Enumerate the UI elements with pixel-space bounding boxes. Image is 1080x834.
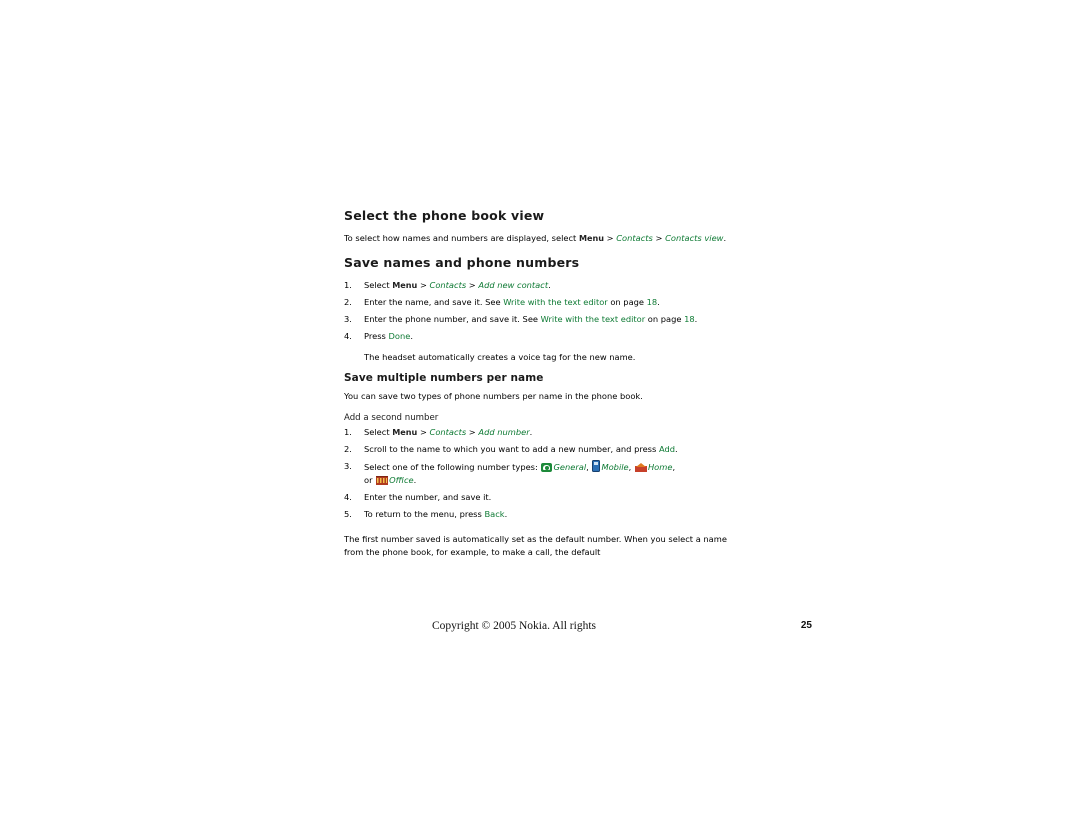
s3-step1-sep2: > bbox=[466, 426, 479, 437]
copyright-text: Copyright © 2005 Nokia. All rights bbox=[432, 620, 596, 632]
s3-step5-tail: . bbox=[504, 509, 508, 520]
s3-step3-lead: Select one of the following number types… bbox=[364, 462, 541, 473]
list-item: Press Done. bbox=[344, 330, 744, 343]
page-number: 25 bbox=[800, 620, 812, 631]
label-menu: Menu bbox=[578, 233, 605, 243]
list-item: To return to the menu, press Back. bbox=[344, 508, 744, 521]
step1-tail: . bbox=[548, 279, 551, 290]
heading-select-phone-book-view: Select the phone book view bbox=[344, 208, 545, 223]
text-select-view-lead: To select how names and numbers are disp… bbox=[344, 233, 579, 243]
sep-2: > bbox=[652, 233, 666, 243]
list-item: Select one of the following number types… bbox=[344, 460, 744, 486]
s3-step1-sep1: > bbox=[417, 426, 430, 437]
paragraph-two-types: You can save two types of phone numbers … bbox=[344, 391, 643, 402]
link-write-with-text-editor[interactable]: Write with the text editor bbox=[503, 297, 607, 307]
s3-step3-comma1: , bbox=[586, 462, 592, 473]
phone-office-icon bbox=[376, 475, 389, 485]
paragraph-default-number: The first number saved is automatically … bbox=[344, 534, 727, 558]
s3-step1-lead: Select bbox=[364, 426, 393, 437]
note-voice-tag: The headset automatically creates a voic… bbox=[364, 351, 636, 362]
list-item: Scroll to the name to which you want to … bbox=[344, 443, 744, 456]
label-home: Home bbox=[647, 462, 673, 473]
list-item: Select Menu > Contacts > Add number. bbox=[344, 426, 744, 439]
phone-home-icon bbox=[634, 463, 647, 473]
heading-save-multiple-numbers: Save multiple numbers per name bbox=[344, 372, 544, 385]
step2-lead: Enter the name, and save it. See bbox=[364, 296, 504, 307]
label-back: Back bbox=[484, 509, 505, 520]
link-write-with-text-editor[interactable]: Write with the text editor bbox=[541, 314, 645, 324]
link-contacts[interactable]: Contacts bbox=[616, 233, 653, 243]
s3-step3-or: or bbox=[364, 474, 376, 485]
step3-lead: Enter the phone number, and save it. See bbox=[364, 314, 541, 325]
link-add-number[interactable]: Add number bbox=[478, 427, 529, 437]
step1-sep1: > bbox=[417, 279, 430, 290]
step3-tail: . bbox=[694, 314, 698, 325]
link-page-18[interactable]: 18 bbox=[684, 314, 695, 324]
link-page-18[interactable]: 18 bbox=[647, 297, 658, 307]
list-add-second-number-steps: Select Menu > Contacts > Add number. Scr… bbox=[344, 426, 744, 521]
label-done: Done bbox=[388, 331, 411, 342]
label-menu: Menu bbox=[392, 279, 418, 290]
s3-step2-tail: . bbox=[675, 443, 678, 454]
step1-lead: Select bbox=[364, 279, 393, 290]
link-contacts[interactable]: Contacts bbox=[430, 280, 467, 290]
list-item: Enter the name, and save it. See Write w… bbox=[344, 296, 744, 309]
label-office: Office bbox=[389, 474, 414, 485]
list-item: Enter the phone number, and save it. See… bbox=[344, 313, 744, 326]
link-contacts-view[interactable]: Contacts view bbox=[665, 233, 723, 243]
label-general: General bbox=[553, 462, 587, 473]
step2-mid: on page bbox=[607, 296, 647, 307]
list-item: Select Menu > Contacts > Add new contact… bbox=[344, 279, 744, 292]
s3-step1-tail: . bbox=[529, 426, 533, 437]
sep-1: > bbox=[604, 233, 617, 243]
step3-mid: on page bbox=[645, 314, 685, 325]
heading-add-second-number: Add a second number bbox=[344, 412, 439, 423]
step2-tail: . bbox=[657, 296, 660, 307]
page-content: Select the phone book view To select how… bbox=[344, 208, 744, 569]
step1-sep2: > bbox=[466, 279, 479, 290]
s3-step3-comma2: , bbox=[628, 462, 634, 473]
label-add: Add bbox=[658, 443, 676, 454]
period-1: . bbox=[723, 233, 727, 243]
paragraph-select-view: To select how names and numbers are disp… bbox=[344, 232, 744, 245]
link-contacts[interactable]: Contacts bbox=[430, 427, 467, 437]
s3-step3-comma3: , bbox=[672, 462, 676, 473]
heading-save-names-and-phone-numbers: Save names and phone numbers bbox=[344, 254, 580, 270]
label-mobile: Mobile bbox=[601, 462, 629, 473]
document-page: Select the phone book view To select how… bbox=[0, 0, 1080, 834]
step4-tail: . bbox=[410, 331, 413, 342]
s3-step4-lead: Enter the number, and save it. bbox=[364, 491, 492, 502]
phone-mobile-icon bbox=[592, 460, 601, 473]
list-item: Enter the number, and save it. bbox=[344, 491, 744, 504]
step4-lead: Press bbox=[364, 331, 389, 342]
link-add-new-contact[interactable]: Add new contact bbox=[478, 280, 548, 290]
label-menu: Menu bbox=[392, 426, 418, 437]
s3-step2-lead: Scroll to the name to which you want to … bbox=[364, 443, 659, 454]
s3-step5-lead: To return to the menu, press bbox=[364, 509, 485, 520]
s3-step3-tail: . bbox=[413, 474, 417, 485]
phone-general-icon bbox=[541, 463, 553, 473]
list-save-names-steps: Select Menu > Contacts > Add new contact… bbox=[344, 279, 744, 343]
